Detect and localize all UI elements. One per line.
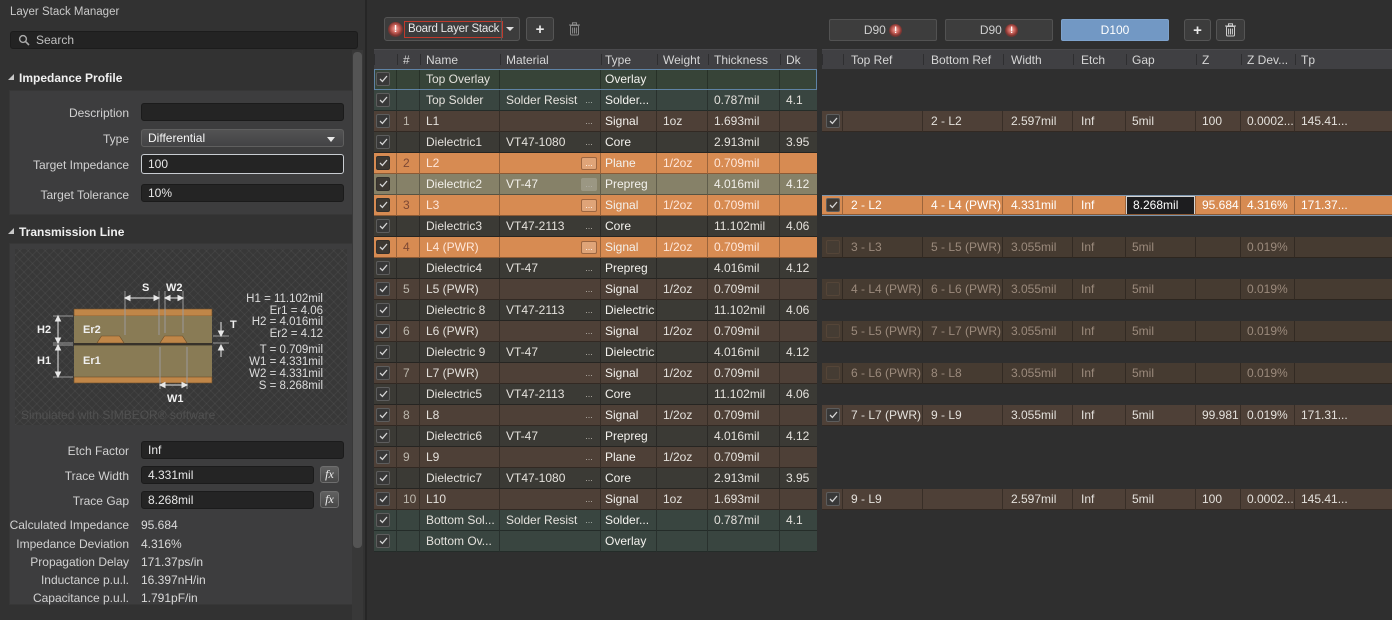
svg-text:W2 = 4.331mil: W2 = 4.331mil xyxy=(249,368,323,380)
svg-text:Er2: Er2 xyxy=(83,324,101,336)
svg-text:Er1: Er1 xyxy=(83,355,101,367)
svg-text:S = 8.268mil: S = 8.268mil xyxy=(259,380,323,392)
svg-text:H1 = 11.102mil: H1 = 11.102mil xyxy=(246,293,323,305)
svg-text:Simulated with SIMBEOR® softwa: Simulated with SIMBEOR® software xyxy=(21,408,216,422)
svg-text:S: S xyxy=(142,282,149,294)
svg-text:W2: W2 xyxy=(166,282,183,294)
svg-text:H1: H1 xyxy=(37,355,51,367)
svg-text:W1 = 4.331mil: W1 = 4.331mil xyxy=(249,356,323,368)
svg-text:T: T xyxy=(230,319,237,331)
svg-text:T = 0.709mil: T = 0.709mil xyxy=(260,344,323,356)
svg-text:H2: H2 xyxy=(37,324,51,336)
svg-text:H2 = 4.016mil: H2 = 4.016mil xyxy=(252,316,323,328)
svg-text:Er2 = 4.12: Er2 = 4.12 xyxy=(270,328,323,340)
svg-text:W1: W1 xyxy=(167,393,184,405)
